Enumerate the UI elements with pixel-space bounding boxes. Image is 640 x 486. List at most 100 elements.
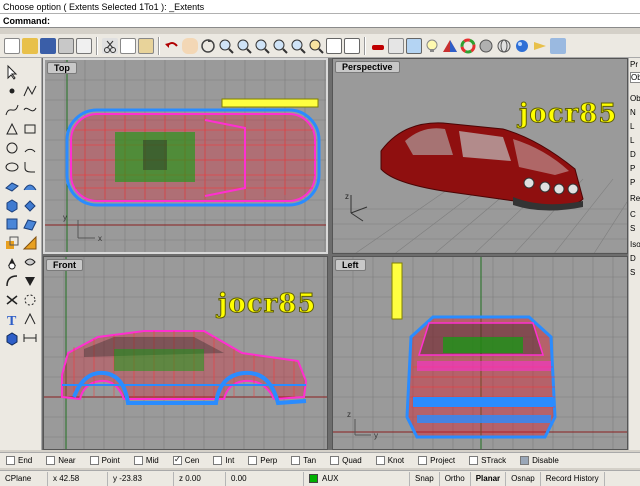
osnap-checkbox[interactable] [46,456,56,465]
extrude-surface-icon[interactable] [22,178,38,194]
osnap-strack[interactable]: STrack [469,456,506,465]
render-tools-icon[interactable] [532,38,548,54]
transform-scale-icon[interactable] [22,235,38,251]
viewport-perspective[interactable]: Perspective z jocr85 [332,58,628,254]
current-layer[interactable]: AUX [304,471,410,486]
osnap-point[interactable]: Point [89,456,120,465]
zoom-icon[interactable] [218,38,234,54]
layer-icon[interactable] [406,37,422,54]
osnap-checkbox[interactable] [330,456,340,465]
render-box-icon[interactable] [4,330,20,346]
curve-icon[interactable] [4,102,20,118]
command-prompt[interactable]: Command: [0,14,640,28]
mirror-icon[interactable] [22,311,38,327]
viewport-top[interactable]: Top y x [43,58,328,254]
osnap-checkbox[interactable] [172,454,182,465]
osnap-checkbox[interactable] [248,456,258,465]
open-folder-icon[interactable] [22,37,38,54]
osnap-knot[interactable]: Knot [375,456,404,465]
light-bulb-icon[interactable] [424,38,440,54]
rectangle-icon[interactable] [22,121,38,137]
viewport-label-perspective[interactable]: Perspective [335,61,400,73]
osnap-checkbox[interactable] [418,456,428,465]
analyze-icon[interactable] [4,254,20,270]
zoom-extents-icon[interactable] [254,38,270,54]
viewport-label-front[interactable]: Front [46,259,83,271]
boolean-icon[interactable] [22,216,38,232]
osnap-quad[interactable]: Quad [330,456,362,465]
status-toggle-record-history[interactable]: Record History [541,471,605,486]
arc-icon[interactable] [22,140,38,156]
osnap-checkbox[interactable] [520,456,530,465]
select-arrow-icon[interactable] [4,64,20,80]
viewport-layout-icon[interactable] [326,37,342,54]
status-toggle-planar[interactable]: Planar [471,471,507,486]
shaded-sphere-icon[interactable] [478,38,494,54]
zoom-selected-icon[interactable] [272,38,288,54]
fillet-curve-icon[interactable] [22,159,38,175]
viewport-label-top[interactable]: Top [47,62,77,74]
color-wheel-icon[interactable] [460,38,476,54]
undo-icon[interactable] [164,38,180,54]
four-views-icon[interactable] [344,37,360,54]
osnap-end[interactable]: End [6,456,32,465]
status-toggle-osnap[interactable]: Osnap [506,471,541,486]
osnap-perp[interactable]: Perp [248,456,277,465]
wire-sphere-icon[interactable] [496,38,512,54]
circle-icon[interactable] [4,140,20,156]
save-icon[interactable] [40,37,56,54]
array-icon[interactable] [22,292,38,308]
solid-edit-icon[interactable] [22,197,38,213]
triangle-icon[interactable] [4,121,20,137]
osnap-int[interactable]: Int [213,456,234,465]
freeform-curve-icon[interactable] [22,102,38,118]
osnap-tan[interactable]: Tan [291,456,316,465]
osnap-near[interactable]: Near [46,456,76,465]
osnap-checkbox[interactable] [89,456,99,465]
material-icon[interactable] [442,38,458,54]
zoom-window-icon[interactable] [236,38,252,54]
options-icon[interactable] [550,37,566,54]
viewport-left[interactable]: Left z y [332,256,628,450]
pan-hand-icon[interactable] [182,37,198,54]
osnap-checkbox[interactable] [6,456,15,465]
transform-move-icon[interactable] [4,235,20,251]
rotate-view-icon[interactable] [200,38,216,54]
split-icon[interactable] [22,254,38,270]
osnap-disable[interactable]: Disable [520,456,559,465]
osnap-mid[interactable]: Mid [133,456,159,465]
paste-icon[interactable] [138,37,154,54]
box-solid-icon[interactable] [4,197,20,213]
point-icon[interactable] [4,83,20,99]
surface-icon[interactable] [4,178,20,194]
viewport-front[interactable]: Front jocr85 [43,256,328,450]
osnap-checkbox[interactable] [133,456,143,465]
ellipse-icon[interactable] [4,159,20,175]
cut-icon[interactable] [102,37,118,54]
status-toggle-ortho[interactable]: Ortho [440,471,471,486]
properties-tab[interactable]: Pr [630,60,638,69]
car-select-icon[interactable] [370,38,386,54]
viewport-label-left[interactable]: Left [335,259,366,271]
dimension-icon[interactable] [4,273,20,289]
properties-icon[interactable] [76,37,92,54]
cplane-label[interactable]: CPlane [0,471,48,486]
osnap-project[interactable]: Project [418,456,455,465]
zoom-target-icon[interactable] [308,38,324,54]
print-icon[interactable] [58,37,74,54]
osnap-checkbox[interactable] [291,456,301,465]
text-tool-icon[interactable]: T [4,311,20,329]
osnap-cen[interactable]: Cen [172,454,199,465]
grid-icon[interactable] [388,37,404,54]
copy-icon[interactable] [120,37,136,54]
render-sphere-icon[interactable] [514,38,530,54]
scale-icon[interactable] [4,292,20,308]
object-dropdown[interactable]: Ob [630,72,640,83]
zoom-all-icon[interactable] [290,38,306,54]
osnap-checkbox[interactable] [375,456,385,465]
new-file-icon[interactable] [4,37,20,54]
status-toggle-snap[interactable]: Snap [410,471,440,486]
dimension-linear-icon[interactable] [22,330,38,346]
osnap-checkbox[interactable] [469,456,479,465]
osnap-checkbox[interactable] [213,456,223,465]
